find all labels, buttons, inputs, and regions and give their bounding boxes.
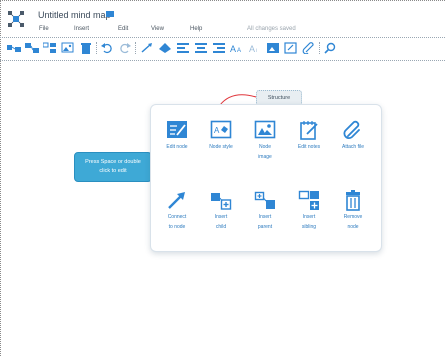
node-style-icon: A bbox=[210, 120, 232, 139]
node-image-icon bbox=[254, 120, 276, 139]
insert-parent-button[interactable]: Insert parent bbox=[243, 189, 287, 230]
edit-notes-button[interactable]: Edit notes bbox=[287, 119, 331, 154]
node-context-menu: Edit node A Node style Node image Edit n… bbox=[150, 104, 382, 252]
insert-sibling-button[interactable]: Insert sibling bbox=[287, 189, 331, 230]
insert-sibling-label-2: sibling bbox=[301, 223, 317, 230]
insert-child-icon bbox=[211, 193, 232, 210]
insert-sibling-icon bbox=[298, 190, 319, 210]
attach-file-button[interactable]: Attach file bbox=[331, 119, 375, 154]
root-node-text-line1: Press Space or double bbox=[85, 159, 141, 165]
edit-node-button[interactable]: Edit node bbox=[155, 119, 199, 154]
edit-node-icon bbox=[167, 121, 187, 138]
node-image-label: Node bbox=[259, 144, 271, 150]
insert-sibling-label: Insert bbox=[302, 214, 316, 220]
paperclip-icon bbox=[343, 120, 360, 139]
edit-notes-icon bbox=[300, 121, 318, 140]
connect-to-node-label-2: to node bbox=[168, 223, 186, 230]
node-style-button[interactable]: A Node style bbox=[199, 119, 243, 154]
connect-to-node-button[interactable]: Connect to node bbox=[155, 189, 199, 230]
insert-parent-label-2: parent bbox=[257, 223, 273, 230]
connect-arrow-icon bbox=[168, 192, 185, 209]
insert-parent-icon bbox=[254, 191, 275, 209]
edit-notes-label: Edit notes bbox=[297, 144, 321, 150]
remove-node-label-2: node bbox=[347, 223, 359, 230]
node-image-label-2: image bbox=[258, 153, 272, 160]
remove-node-label: Remove bbox=[343, 214, 363, 220]
insert-parent-label: Insert bbox=[258, 214, 272, 220]
root-node-text-line2: click to edit bbox=[99, 168, 127, 174]
trash-icon bbox=[346, 190, 360, 211]
node-image-button[interactable]: Node image bbox=[243, 119, 287, 160]
connect-to-node-label: Connect bbox=[167, 214, 187, 220]
svg-text:A: A bbox=[214, 126, 220, 135]
insert-child-label-2: child bbox=[215, 223, 227, 230]
insert-child-button[interactable]: Insert child bbox=[199, 189, 243, 230]
remove-node-button[interactable]: Remove node bbox=[331, 189, 375, 230]
mind-map-editor: Untitled mind map File Insert Edit View … bbox=[0, 0, 445, 356]
root-node[interactable]: Press Space or double click to edit bbox=[74, 152, 152, 182]
node-style-label: Node style bbox=[209, 144, 233, 150]
edit-node-label: Edit node bbox=[166, 144, 188, 150]
attach-file-label: Attach file bbox=[342, 144, 364, 150]
insert-child-label: Insert bbox=[214, 214, 228, 220]
